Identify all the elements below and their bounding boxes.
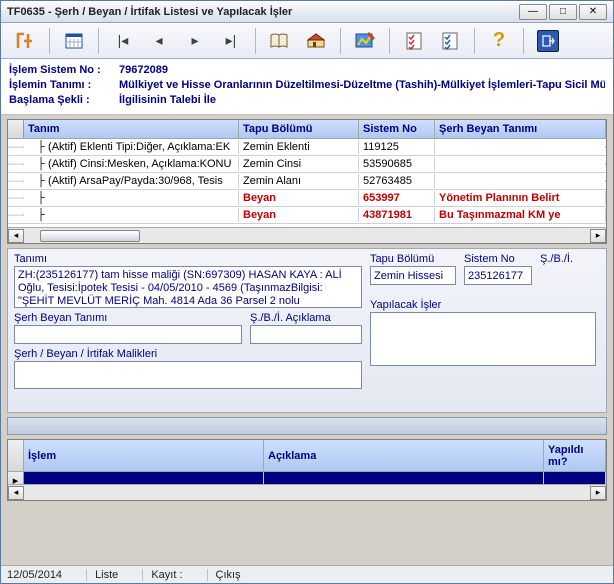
grid-body[interactable]: ├ (Aktif) Eklenti Tipi:Diğer, Açıklama:E…	[8, 139, 606, 224]
label-tanim: İşlemin Tanımı :	[9, 78, 119, 93]
window-title: TF0635 - Şerh / Beyan / İrtifak Listesi …	[7, 6, 292, 18]
field-sbi-aciklama[interactable]	[250, 325, 362, 344]
label-serh-beyan: Şerh Beyan Tanımı	[14, 312, 242, 324]
field-malikler[interactable]	[14, 361, 362, 389]
field-yapilacak[interactable]	[370, 312, 596, 366]
value-baslama: İlgilisinin Talebi İle	[119, 93, 216, 108]
main-grid[interactable]: Tanım Tapu Bölümü Sistem No Şerh Beyan T…	[7, 119, 607, 244]
label-detail-sbi: Ş./B./İ.	[540, 253, 588, 265]
bottom-grid-hscroll[interactable]: ◂ ▸	[8, 484, 606, 500]
info-block: İşlem Sistem No : 79672089 İşlemin Tanım…	[1, 59, 613, 115]
label-detail-sistem: Sistem No	[464, 253, 532, 265]
map-edit-icon[interactable]	[351, 27, 379, 55]
status-liste: Liste	[86, 569, 118, 581]
scroll-thumb[interactable]	[40, 230, 140, 242]
table-row[interactable]: ├ (Aktif) Cinsi:Mesken, Açıklama:KONUZem…	[8, 156, 606, 173]
nav-prev-button[interactable]: ◂	[145, 27, 173, 55]
label-yapilacak: Yapılacak İşler	[370, 299, 596, 311]
statusbar: 12/05/2014 Liste Kayıt : Çıkış	[1, 565, 613, 583]
label-detail-tapu: Tapu Bölümü	[370, 253, 456, 265]
grid-hscroll[interactable]: ◂ ▸	[8, 227, 606, 243]
nav-next-button[interactable]: ▸	[181, 27, 209, 55]
label-malikler: Şerh / Beyan / İrtifak Malikleri	[14, 348, 362, 360]
value-islem-no: 79672089	[119, 63, 168, 78]
field-serh-beyan[interactable]	[14, 325, 242, 344]
table-row[interactable]: ├ Beyan653997Yönetim Planının Belirt	[8, 190, 606, 207]
label-sbi-aciklama: Ş./B./İ. Açıklama	[250, 312, 362, 324]
label-baslama: Başlama Şekli :	[9, 93, 119, 108]
status-cikis: Çıkış	[207, 569, 241, 581]
window-controls: — □ ✕	[519, 4, 607, 20]
col-yapildi[interactable]: Yapıldı mı?	[544, 440, 606, 472]
col-tanim[interactable]: Tanım	[24, 120, 239, 138]
table-row[interactable]: ├ (Aktif) ArsaPay/Payda:30/968, TesisZem…	[8, 173, 606, 190]
value-tanim: Mülkiyet ve Hisse Oranlarının Düzeltilme…	[119, 78, 605, 93]
exit-button[interactable]	[534, 27, 562, 55]
bottom-grid[interactable]: İşlem Açıklama Yapıldı mı? ▸ ◂ ▸	[7, 439, 607, 501]
book-icon[interactable]	[266, 27, 294, 55]
detail-panel: Tanımı ZH:(235126177) tam hisse maliği (…	[7, 248, 607, 413]
app-logo-icon[interactable]	[11, 27, 39, 55]
field-detail-tanimi[interactable]: ZH:(235126177) tam hisse maliği (SN:6973…	[14, 266, 362, 308]
toolbar: |◂ ◂ ▸ ▸| ?	[1, 23, 613, 59]
col-aciklama[interactable]: Açıklama	[264, 440, 544, 472]
col-serh[interactable]: Şerh Beyan Tanımı	[435, 120, 606, 138]
table-row[interactable]: ├ Beyan43871981Bu Taşınmazmal KM ye	[8, 207, 606, 224]
field-detail-tapu[interactable]	[370, 266, 456, 285]
bscroll-left[interactable]: ◂	[8, 486, 24, 500]
label-detail-tanimi: Tanımı	[14, 253, 362, 265]
table-row[interactable]: ├ (Aktif) Eklenti Tipi:Diğer, Açıklama:E…	[8, 139, 606, 156]
calendar-icon[interactable]	[60, 27, 88, 55]
bscroll-right[interactable]: ▸	[590, 486, 606, 500]
col-sistem[interactable]: Sistem No	[359, 120, 435, 138]
scroll-left-button[interactable]: ◂	[8, 229, 24, 243]
nav-last-button[interactable]: ▸|	[217, 27, 245, 55]
mid-bar	[7, 417, 607, 435]
label-islem-no: İşlem Sistem No :	[9, 63, 119, 78]
checklist2-icon[interactable]	[436, 27, 464, 55]
scroll-right-button[interactable]: ▸	[590, 229, 606, 243]
col-tapu[interactable]: Tapu Bölümü	[239, 120, 359, 138]
help-icon[interactable]: ?	[485, 27, 513, 55]
bottom-grid-header: İşlem Açıklama Yapıldı mı?	[8, 440, 606, 472]
status-date: 12/05/2014	[7, 569, 62, 581]
status-kayit: Kayıt :	[142, 569, 182, 581]
titlebar: TF0635 - Şerh / Beyan / İrtifak Listesi …	[1, 1, 613, 23]
field-detail-sistem[interactable]	[464, 266, 532, 285]
checklist1-icon[interactable]	[400, 27, 428, 55]
grid-header: Tanım Tapu Bölümü Sistem No Şerh Beyan T…	[8, 120, 606, 139]
house-icon[interactable]	[302, 27, 330, 55]
close-button[interactable]: ✕	[579, 4, 607, 20]
col-islem[interactable]: İşlem	[24, 440, 264, 472]
nav-first-button[interactable]: |◂	[109, 27, 137, 55]
minimize-button[interactable]: —	[519, 4, 547, 20]
maximize-button[interactable]: □	[549, 4, 577, 20]
